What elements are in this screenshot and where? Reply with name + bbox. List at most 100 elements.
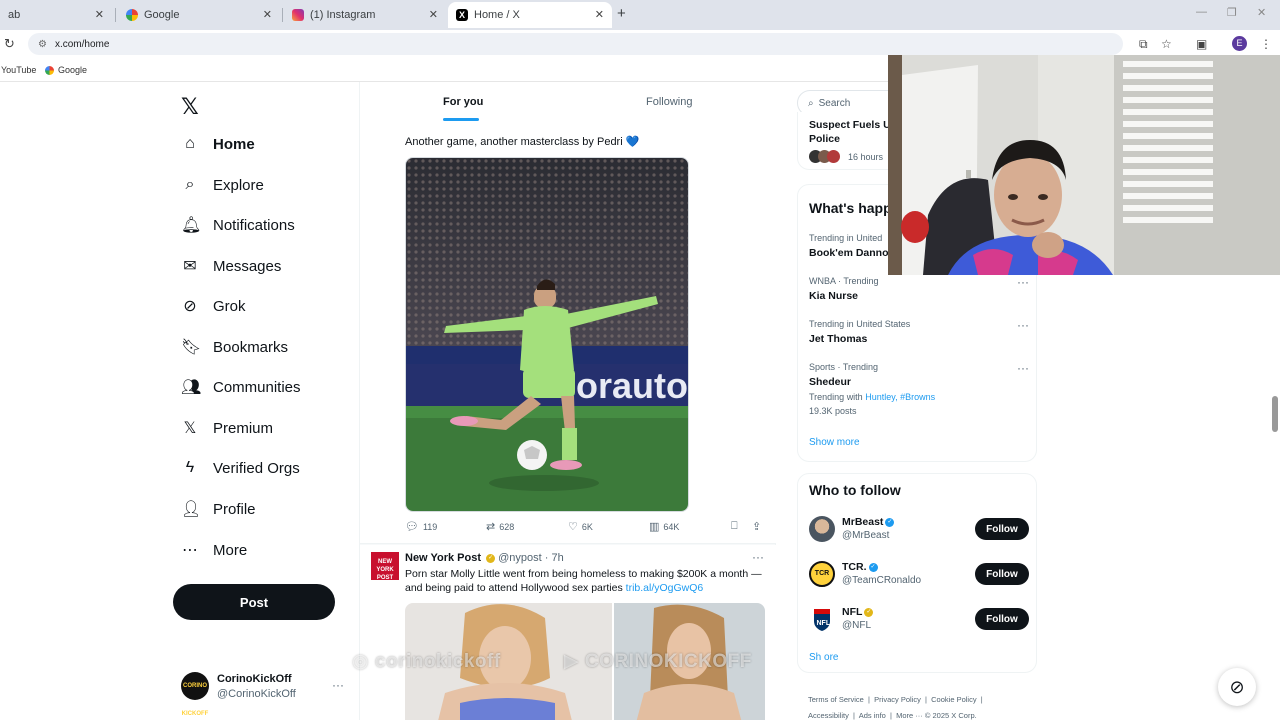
post-image[interactable]: orauto [405,157,689,512]
nav-item-verified-orgs[interactable]: ϟ Verified Orgs [181,454,300,482]
nav-item-premium[interactable]: 𝕏 Premium [181,414,273,442]
side-panel-icon[interactable]: ▣ [1196,37,1207,51]
trend-tag[interactable]: #Browns [900,392,935,402]
verified-badge-icon: ✓ [864,607,874,617]
repost-button[interactable]: ⇄ 628 [486,520,514,533]
tab-title: Google [144,9,180,21]
nav-item-grok[interactable]: ⊘ Grok [181,292,245,320]
share-icon: ⇪ [752,521,762,533]
post[interactable]: Another game, another masterclass by Ped… [360,122,776,544]
trend-tag[interactable]: Huntley [865,392,895,402]
footer-link[interactable]: Privacy Policy [874,695,921,704]
show-more-link[interactable]: Sh ore [809,652,838,663]
minimize-icon[interactable]: — [1196,6,1207,18]
close-icon[interactable]: ✕ [595,8,604,21]
browser-toolbar: ↻ ⚙ x.com/home ⧉ ☆ ▣ E ⋮ [0,30,1280,58]
streamer-webcam-image [888,55,1280,275]
nav-item-notifications[interactable]: 🔔︎ Notifications [181,211,295,239]
address-bar[interactable]: ⚙ x.com/home [28,33,1123,55]
suggestion-name: MrBeast ✓ [842,516,895,528]
like-button[interactable]: ♡ 6K [568,520,593,533]
bookmark-item[interactable]: YouTube [1,65,36,75]
svg-text:NFL: NFL [817,620,831,627]
post-button[interactable]: Post [173,584,335,620]
bookmark-button[interactable]: ⎕ [731,520,742,533]
more-dots-icon[interactable]: ··· [1017,275,1029,289]
share-button[interactable]: ⇪ [752,520,765,533]
person-icon: 👤︎ [181,501,202,518]
post-author[interactable]: New York Post [405,552,481,564]
mail-icon: ✉ [183,258,197,275]
bookmark-star-icon[interactable]: ☆ [1161,37,1172,51]
footer-link[interactable]: More ··· [896,711,923,720]
tab-for-you[interactable]: For you [443,96,483,108]
more-dots-icon[interactable]: ··· [1017,361,1029,375]
install-app-icon[interactable]: ⧉ [1139,37,1148,52]
tab-title: (1) Instagram [310,9,376,21]
browser-tab[interactable]: ab ✕ [0,2,112,28]
watermark-text: corinokickoff [374,651,501,672]
nav-item-home[interactable]: ⌂ Home [181,130,255,158]
more-dots-icon[interactable]: ··· [752,550,764,564]
follow-suggestion[interactable]: TCR TCR. ✓ @TeamCRonaldo Follow [809,559,1029,591]
show-more-link[interactable]: Show more [809,437,860,448]
post-link[interactable]: trib.al/yOgGwQ6 [626,582,704,594]
follow-button[interactable]: Follow [975,518,1029,540]
follow-suggestion[interactable]: MrBeast ✓ @MrBeast Follow [809,514,1029,546]
follow-button[interactable]: Follow [975,563,1029,585]
post[interactable]: NEW YORK POST New York Post ✓ @nypost · … [360,545,776,720]
site-info-icon[interactable]: ⚙ [38,39,47,50]
post-time-separator: · [544,552,549,564]
more-dots-icon[interactable]: ··· [1017,318,1029,332]
follow-button[interactable]: Follow [975,608,1029,630]
reply-count: 119 [422,521,438,532]
reply-button[interactable]: 💬︎ 119 [405,520,437,533]
reload-icon[interactable]: ↻ [4,36,15,52]
x-logo-icon[interactable]: 𝕏 [181,94,199,120]
tab-following[interactable]: Following [646,96,692,108]
follow-suggestion[interactable]: NFL NFL ✓ @NFL Follow [809,604,1029,636]
nav-item-messages[interactable]: ✉ Messages [181,252,281,280]
window-close-icon[interactable]: ✕ [1257,6,1266,19]
youtube-icon: ▶ [564,651,580,672]
instagram-icon [292,9,304,21]
news-title-line2: Police [809,133,840,145]
footer-link[interactable]: Accessibility [808,711,849,720]
nav-item-communities[interactable]: 👥︎ Communities [181,373,301,401]
close-icon[interactable]: ✕ [263,8,272,21]
nav-item-more[interactable]: ⋯ More [181,536,247,564]
views-button[interactable]: ▥ 64K [649,520,679,533]
suggestion-name: NFL ✓ [842,606,874,618]
nav-item-explore[interactable]: ⌕ Explore [181,171,264,199]
nav-item-bookmarks[interactable]: 🔖︎ Bookmarks [181,333,288,361]
restore-icon[interactable]: ❐ [1227,6,1237,19]
browser-tab[interactable]: (1) Instagram ✕ [284,2,446,28]
post-time[interactable]: 7h [552,552,564,564]
watermark-youtube: ▶ CORINOKICKOFF [564,650,752,673]
close-icon[interactable]: ✕ [429,8,438,21]
close-icon[interactable]: ✕ [95,8,104,21]
instagram-icon: ◎ [352,651,370,672]
post-handle[interactable]: @nypost [498,552,542,564]
tab-separator [115,8,116,22]
profile-avatar[interactable]: E [1232,36,1247,51]
new-tab-icon[interactable]: + [617,5,626,22]
footer-link[interactable]: Terms of Service [808,695,864,704]
browser-tab-active[interactable]: X Home / X ✕ [448,2,612,28]
page-scrollbar-thumb[interactable] [1272,396,1278,432]
menu-kebab-icon[interactable]: ⋮ [1260,37,1272,51]
copyright: © 2025 X Corp. [924,711,977,720]
bookmark-item[interactable]: Google [45,65,87,75]
google-icon [126,9,138,21]
nypost-avatar[interactable]: NEW YORK POST [371,552,399,581]
verified-badge-icon: ✓ [486,553,496,563]
footer-link[interactable]: Cookie Policy [931,695,976,704]
grok-floating-button[interactable]: ⊘ [1218,668,1256,706]
account-handle: @CorinoKickOff [217,688,296,700]
browser-tab[interactable]: Google ✕ [118,2,280,28]
account-switcher[interactable]: CORINO KICKOFF CorinoKickOff @CorinoKick… [181,670,351,717]
footer-link[interactable]: Ads info [859,711,886,720]
more-dots-icon[interactable]: ··· [332,678,344,692]
nav-item-profile[interactable]: 👤︎ Profile [181,495,256,523]
search-icon: ⌕ [185,176,195,193]
